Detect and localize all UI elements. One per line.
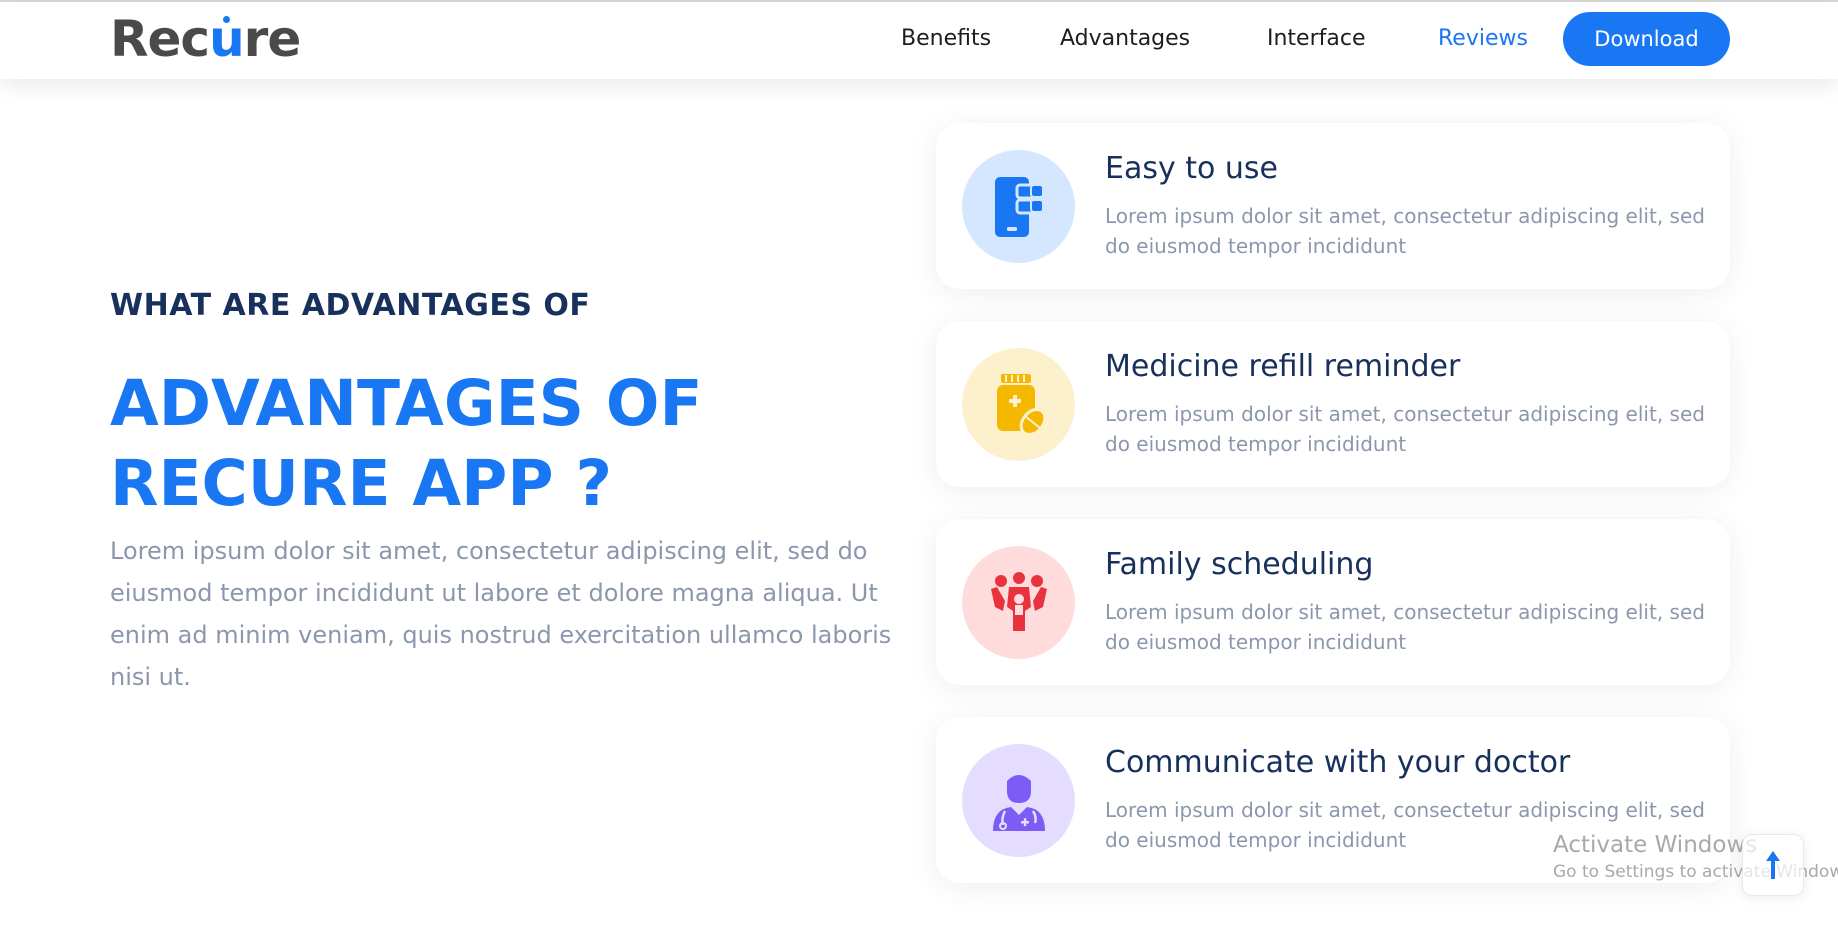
- feature-icon-circle: [962, 546, 1075, 659]
- section-description: Lorem ipsum dolor sit amet, consectetur …: [110, 537, 892, 691]
- download-button[interactable]: Download: [1563, 12, 1730, 66]
- feature-title: Communicate with your doctor: [1105, 745, 1571, 780]
- feature-icon-circle: [962, 744, 1075, 857]
- doctor-icon: [992, 774, 1045, 831]
- scroll-to-top-button[interactable]: [1742, 834, 1804, 896]
- feature-icon-circle: [962, 150, 1075, 263]
- logo-text-start: Rec: [110, 10, 210, 68]
- nav-reviews[interactable]: Reviews: [1438, 24, 1528, 54]
- feature-card-medicine-refill: Medicine refill reminder Lorem ipsum dol…: [936, 321, 1730, 487]
- family-icon: [990, 571, 1047, 631]
- arrow-up-icon: [1766, 851, 1780, 879]
- feature-card-easy-to-use: Easy to use Lorem ipsum dolor sit amet, …: [936, 123, 1730, 289]
- nav-interface[interactable]: Interface: [1267, 24, 1366, 54]
- feature-description: Lorem ipsum dolor sit amet, consectetur …: [1105, 204, 1705, 258]
- top-navbar: Rec u re Benefits Advantages Interface Rev…: [0, 2, 1838, 79]
- logo-dot: [222, 16, 230, 23]
- logo-letter-u: u: [209, 14, 245, 64]
- nav-benefits[interactable]: Benefits: [901, 24, 991, 54]
- headline-line-2: RECURE APP ?: [110, 447, 613, 520]
- mobile-app-icon: [994, 176, 1044, 237]
- recure-logo[interactable]: Rec u re: [110, 10, 302, 68]
- feature-card-family-scheduling: Family scheduling Lorem ipsum dolor sit …: [936, 519, 1730, 685]
- medicine-bottle-icon: [996, 373, 1046, 436]
- section-headline: ADVANTAGES OF RECURE APP ?: [110, 364, 830, 524]
- feature-icon-circle: [962, 348, 1075, 461]
- headline-line-1: ADVANTAGES OF: [110, 367, 703, 440]
- feature-description: Lorem ipsum dolor sit amet, consectetur …: [1105, 402, 1705, 456]
- nav-advantages[interactable]: Advantages: [1060, 24, 1190, 54]
- feature-title: Medicine refill reminder: [1105, 349, 1461, 384]
- feature-description: Lorem ipsum dolor sit amet, consectetur …: [1105, 600, 1705, 654]
- section-subtitle: WHAT ARE ADVANTAGES OF: [110, 288, 591, 323]
- logo-text-end: re: [243, 10, 302, 68]
- feature-title: Family scheduling: [1105, 547, 1374, 582]
- feature-title: Easy to use: [1105, 151, 1279, 186]
